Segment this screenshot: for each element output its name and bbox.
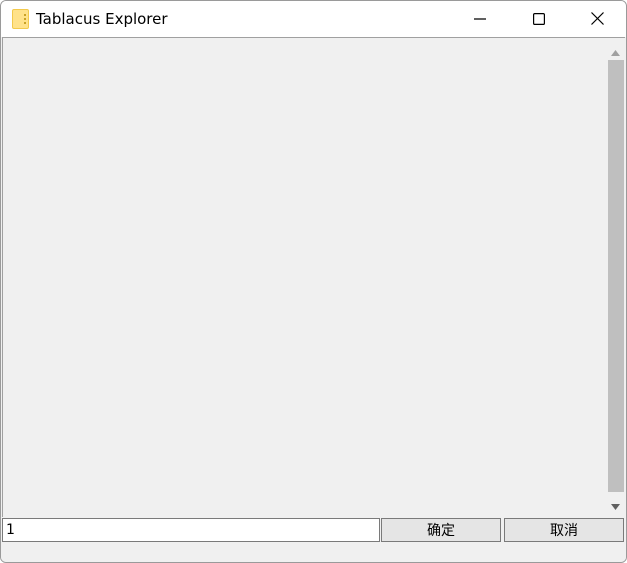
maximize-icon xyxy=(532,10,545,29)
maximize-button[interactable] xyxy=(509,1,568,37)
minimize-icon xyxy=(473,10,486,29)
ok-button[interactable]: 确定 xyxy=(381,518,501,542)
triangle-down-icon xyxy=(611,495,620,514)
vertical-scrollbar[interactable] xyxy=(606,38,625,516)
triangle-up-icon xyxy=(611,41,620,60)
window-title: Tablacus Explorer xyxy=(36,10,168,28)
folder-icon xyxy=(12,9,29,29)
scroll-thumb[interactable] xyxy=(608,60,624,492)
bottom-bar: 确定 取消 xyxy=(1,517,626,562)
scroll-down-button[interactable] xyxy=(606,494,625,514)
value-input[interactable] xyxy=(2,518,380,542)
dialog-window: Tablacus Explorer 1 确定 取消 xyxy=(0,0,627,563)
title-bar[interactable]: Tablacus Explorer xyxy=(1,1,626,37)
cancel-button[interactable]: 取消 xyxy=(504,518,624,542)
scroll-up-button[interactable] xyxy=(606,40,625,60)
minimize-button[interactable] xyxy=(450,1,509,37)
content-area[interactable] xyxy=(2,37,625,517)
close-button[interactable] xyxy=(568,1,626,37)
close-icon xyxy=(591,10,604,29)
